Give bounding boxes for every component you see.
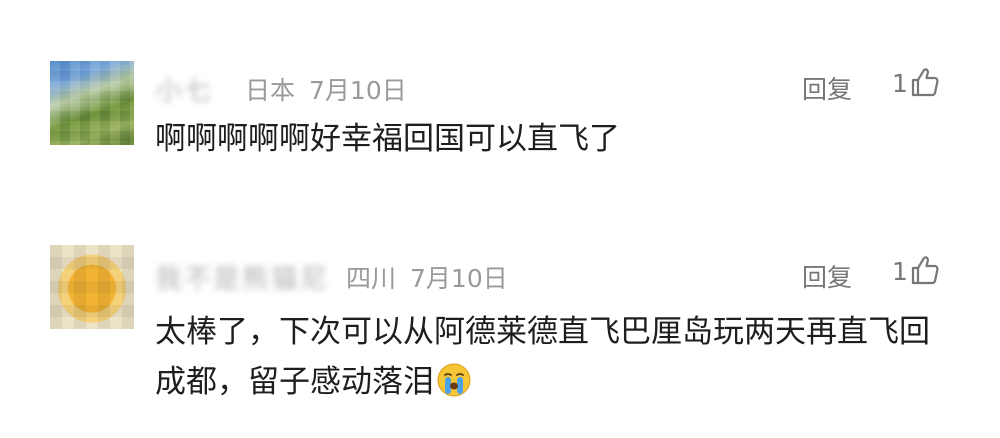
comment-text: 啊啊啊啊啊好幸福回国可以直飞了: [155, 121, 620, 157]
comment-meta: 四川 7月10日: [346, 259, 522, 295]
crying-face-emoji-icon: [437, 363, 471, 397]
comment-location: 日本: [245, 76, 296, 105]
comment-text-content: 太棒了，下次可以从阿德莱德直飞巴厘岛玩两天再直飞回成都，留子感动落泪: [155, 314, 930, 400]
comment-meta: 日本 7月10日: [245, 71, 421, 107]
comment-text: 太棒了，下次可以从阿德莱德直飞巴厘岛玩两天再直飞回成都，留子感动落泪: [155, 307, 955, 407]
comment-location: 四川: [346, 264, 397, 293]
like-button[interactable]: 1: [892, 254, 940, 286]
comment-date: 7月10日: [410, 264, 508, 293]
like-count: 1: [892, 69, 908, 98]
avatar[interactable]: [50, 245, 134, 329]
thumbs-up-icon: [911, 68, 939, 97]
username[interactable]: 我不是熊猫尼: [155, 257, 329, 296]
reply-button[interactable]: 回复: [802, 70, 852, 106]
avatar[interactable]: [50, 61, 134, 145]
comment-date: 7月10日: [309, 76, 407, 105]
thumbs-up-icon: [911, 256, 939, 285]
username[interactable]: 小七: [155, 69, 213, 108]
like-button[interactable]: 1: [892, 66, 940, 98]
reply-button[interactable]: 回复: [802, 258, 852, 294]
like-count: 1: [892, 257, 908, 286]
